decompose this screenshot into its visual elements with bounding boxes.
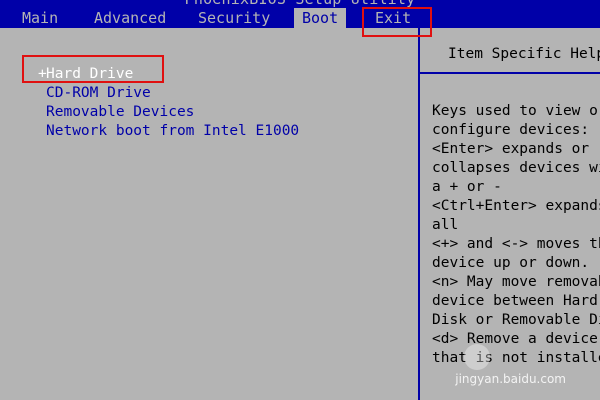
help-line: device between Hard	[432, 293, 598, 309]
help-line: <Enter> expands or	[432, 141, 590, 157]
top-bar: PhoenixBIOS Setup Utility Main Advanced …	[0, 0, 600, 28]
help-line: collapses devices with	[432, 160, 600, 176]
menu-bar: Main Advanced Security Boot Exit	[0, 8, 600, 28]
help-title: Item Specific Help	[448, 46, 600, 62]
boot-item-hard-drive[interactable]: + Hard Drive	[38, 65, 299, 84]
help-line: <n> May move removable	[432, 274, 600, 290]
menu-boot[interactable]: Boot	[294, 8, 347, 28]
watermark: jingyan.baidu.com	[455, 372, 566, 386]
help-line: that is not installed	[432, 350, 600, 366]
help-line: Disk or Removable Disk	[432, 312, 600, 328]
expand-marker: +	[38, 66, 47, 82]
help-panel: Item Specific Help Keys used to view or …	[418, 28, 600, 400]
boot-item-label: Network boot from Intel E1000	[46, 123, 300, 139]
menu-exit[interactable]: Exit	[375, 8, 411, 28]
menu-security[interactable]: Security	[198, 8, 270, 28]
help-divider	[420, 72, 600, 74]
help-line: Keys used to view or	[432, 103, 600, 119]
boot-item-label: Removable Devices	[46, 104, 195, 120]
boot-device-list: + Hard Drive CD-ROM Drive Removable Devic…	[38, 65, 299, 141]
menu-main[interactable]: Main	[22, 8, 58, 28]
boot-item-network-boot[interactable]: Network boot from Intel E1000	[46, 122, 299, 141]
boot-item-label: CD-ROM Drive	[46, 85, 151, 101]
help-line: all	[432, 217, 459, 233]
help-line: <+> and <-> moves the	[432, 236, 600, 252]
help-line: <d> Remove a device	[432, 331, 598, 347]
help-line: configure devices:	[432, 122, 590, 138]
watermark-logo-icon	[464, 344, 490, 370]
help-text: Keys used to view or configure devices: …	[432, 102, 600, 368]
boot-item-removable-devices[interactable]: Removable Devices	[46, 103, 299, 122]
help-line: device up or down.	[432, 255, 590, 271]
boot-item-label: Hard Drive	[46, 66, 134, 82]
help-line: <Ctrl+Enter> expands	[432, 198, 600, 214]
boot-order-panel: + Hard Drive CD-ROM Drive Removable Devic…	[0, 28, 418, 400]
boot-item-cd-rom-drive[interactable]: CD-ROM Drive	[46, 84, 299, 103]
help-line: a + or -	[432, 179, 502, 195]
bios-title: PhoenixBIOS Setup Utility	[0, 0, 600, 8]
menu-advanced[interactable]: Advanced	[94, 8, 166, 28]
